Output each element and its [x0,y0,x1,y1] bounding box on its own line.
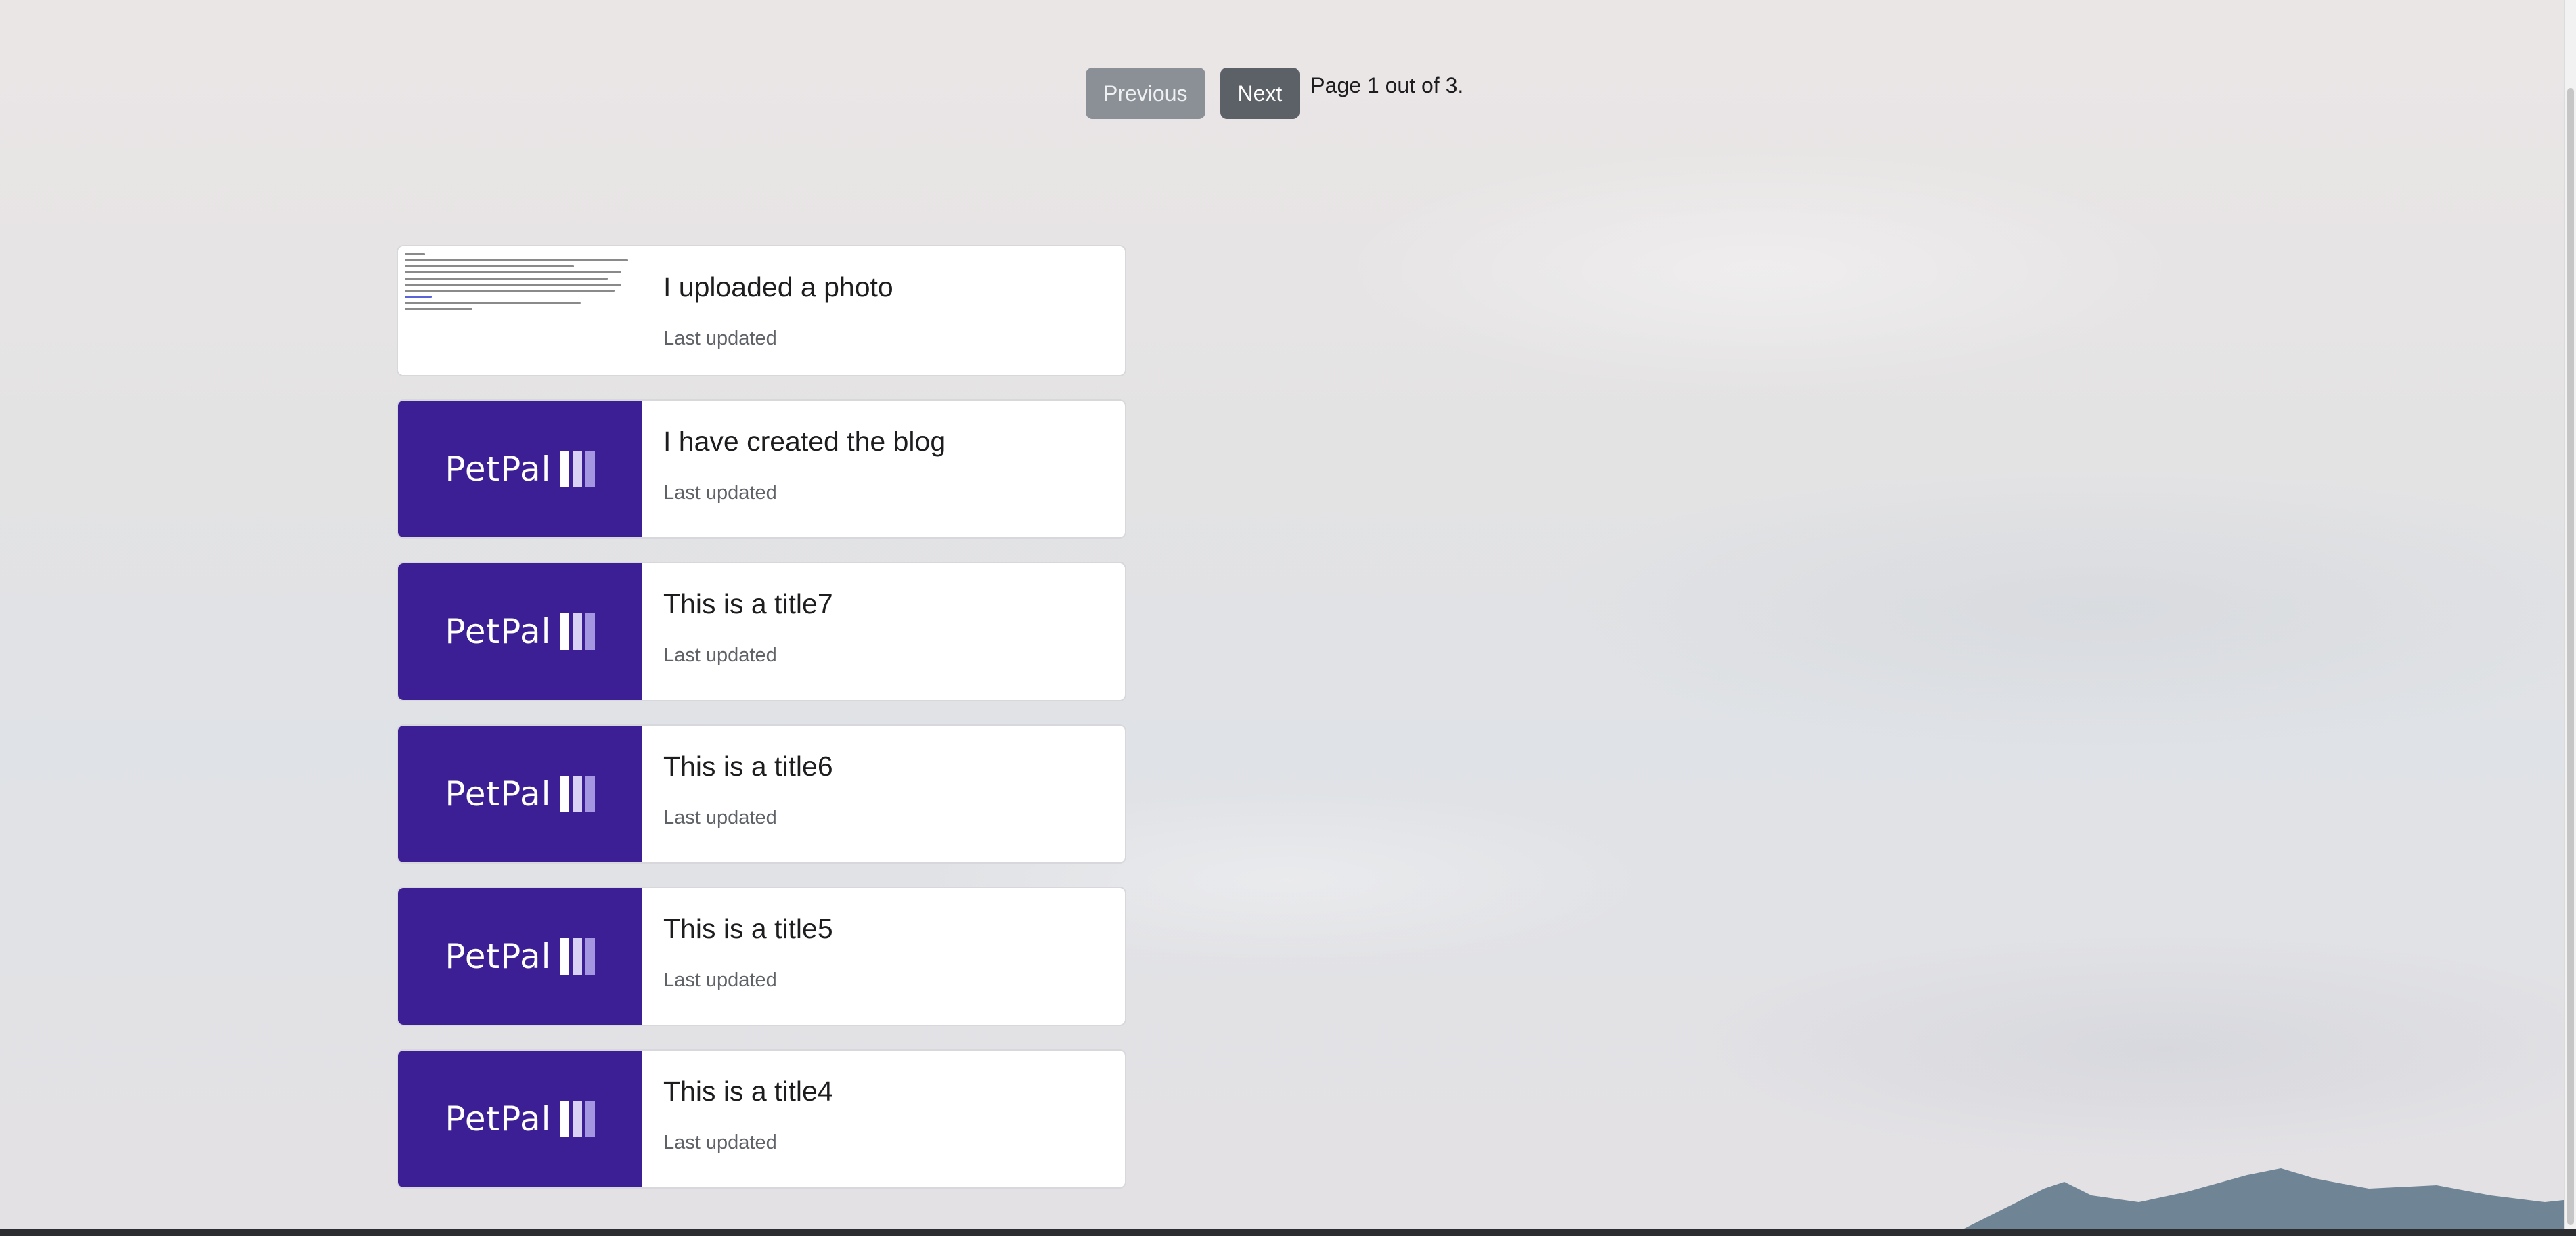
mountain-silhouette [1963,1168,2576,1229]
post-card[interactable]: PetPal This is a title7 Last updated [397,562,1126,701]
petpal-logo-text: PetPal [445,612,552,651]
petpal-logo-thumbnail: PetPal [398,401,642,537]
post-title[interactable]: This is a title7 [663,586,1103,621]
post-title[interactable]: This is a title6 [663,749,1103,784]
post-last-updated: Last updated [663,969,777,991]
page-status-text: Page 1 out of 3. [1310,73,1464,97]
vertical-scrollbar[interactable] [2564,0,2576,1229]
post-card[interactable]: PetPal This is a title6 Last updated [397,724,1126,864]
post-card-body: This is a title6 Last updated [642,726,1125,862]
petpal-logo-thumbnail: PetPal [398,1051,642,1187]
next-button[interactable]: Next [1220,68,1300,119]
petpal-logo-icon [559,451,595,487]
petpal-logo-text: PetPal [445,774,552,814]
pagination-bar: Previous Next Page 1 out of 3. [1086,68,1463,119]
post-last-updated: Last updated [663,328,777,349]
post-card-body: This is a title5 Last updated [642,888,1125,1025]
post-card[interactable]: I uploaded a photo Last updated [397,245,1126,376]
post-card-body: This is a title4 Last updated [642,1051,1125,1187]
post-thumbnail-document [398,246,642,375]
post-last-updated: Last updated [663,482,777,504]
petpal-logo-icon [559,1101,595,1137]
page-background: Previous Next Page 1 out of 3. I uploade… [0,0,2576,1236]
scrollbar-thumb[interactable] [2567,88,2574,1225]
post-last-updated: Last updated [663,644,777,666]
post-card[interactable]: PetPal I have created the blog Last upda… [397,399,1126,539]
post-list: I uploaded a photo Last updated PetPal I… [397,245,1126,1212]
post-title[interactable]: I uploaded a photo [663,269,1103,305]
petpal-logo-icon [559,613,595,650]
post-card-body: I uploaded a photo Last updated [642,246,1125,375]
petpal-logo-text: PetPal [445,1099,552,1139]
petpal-logo-text: PetPal [445,937,552,976]
sky-background-image [0,0,2576,1236]
petpal-logo-icon [559,776,595,812]
post-last-updated: Last updated [663,1132,777,1153]
petpal-logo-icon [559,938,595,975]
petpal-logo-text: PetPal [445,449,552,489]
petpal-logo-thumbnail: PetPal [398,888,642,1025]
post-card-body: This is a title7 Last updated [642,563,1125,700]
post-card[interactable]: PetPal This is a title4 Last updated [397,1049,1126,1189]
bottom-edge-bar [0,1229,2576,1236]
post-title[interactable]: This is a title5 [663,911,1103,946]
petpal-logo-thumbnail: PetPal [398,563,642,700]
post-title[interactable]: I have created the blog [663,424,1103,459]
post-last-updated: Last updated [663,807,777,829]
post-title[interactable]: This is a title4 [663,1074,1103,1109]
post-card[interactable]: PetPal This is a title5 Last updated [397,887,1126,1026]
post-card-body: I have created the blog Last updated [642,401,1125,537]
previous-button[interactable]: Previous [1086,68,1205,119]
petpal-logo-thumbnail: PetPal [398,726,642,862]
